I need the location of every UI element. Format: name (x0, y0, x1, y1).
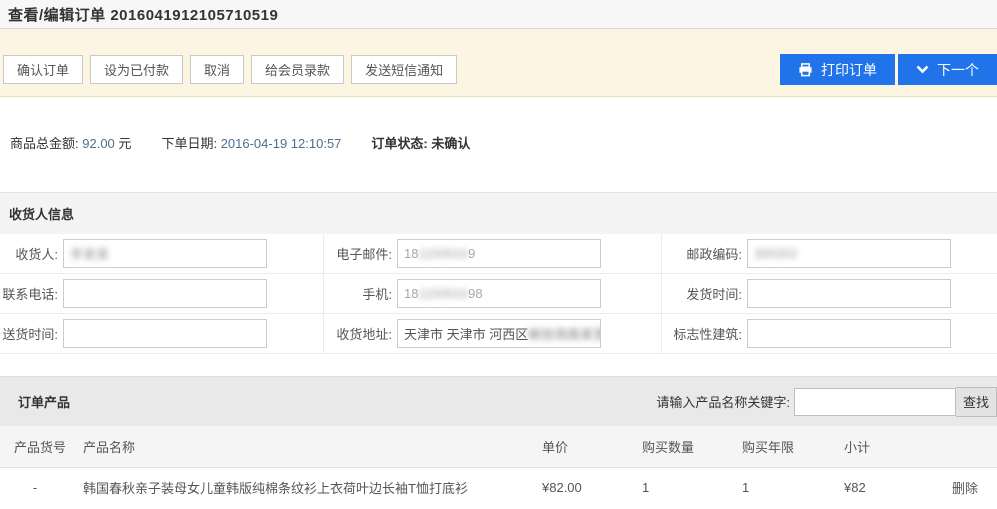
email-input[interactable]: 1811500109 (397, 239, 601, 268)
field-landmark: 标志性建筑: (662, 314, 997, 354)
order-date-value: 2016-04-19 12:10:57 (221, 136, 342, 151)
product-sku: - (0, 480, 70, 495)
delete-product-link[interactable]: 删除 (952, 481, 978, 496)
product-search: 请输入产品名称关键字: 查找 (656, 387, 997, 417)
products-section-header: 订单产品 请输入产品名称关键字: 查找 (0, 376, 997, 426)
member-payment-button[interactable]: 给会员录款 (251, 55, 344, 84)
col-name: 产品名称 (70, 437, 530, 456)
delivery-time-input[interactable] (63, 319, 267, 348)
address-input[interactable]: 天津市 天津市 河西区解放南路某里现7 (397, 319, 601, 348)
order-status-badge: 未确认 (431, 136, 470, 151)
contact-phone-input[interactable] (63, 279, 267, 308)
product-years: 1 (730, 480, 832, 495)
field-address: 收货地址: 天津市 天津市 河西区解放南路某里现7 (324, 314, 662, 354)
field-email: 电子邮件: 1811500109 (324, 234, 662, 274)
col-subtotal: 小计 (832, 437, 920, 456)
ship-time-input[interactable] (747, 279, 951, 308)
product-name: 韩国春秋亲子装母女儿童韩版纯棉条纹衫上衣荷叶边长袖T恤打底衫 (70, 478, 530, 497)
col-qty: 购买数量 (630, 437, 730, 456)
order-date: 下单日期: 2016-04-19 12:10:57 (161, 133, 341, 192)
cancel-button[interactable]: 取消 (190, 55, 244, 84)
print-order-label: 打印订单 (821, 60, 877, 80)
consignee-section-header: 收货人信息 (0, 192, 997, 234)
col-price: 单价 (530, 437, 630, 456)
field-delivery-time: 送货时间: (0, 314, 324, 354)
zipcode-input[interactable]: 300202 (747, 239, 951, 268)
product-row: - 韩国春秋亲子装母女儿童韩版纯棉条纹衫上衣荷叶边长袖T恤打底衫 ¥82.00 … (0, 468, 997, 507)
field-receiver: 收货人: 李某某 (0, 234, 324, 274)
products-table-header: 产品货号 产品名称 单价 购买数量 购买年限 小计 (0, 426, 997, 468)
confirm-order-button[interactable]: 确认订单 (3, 55, 83, 84)
receiver-input[interactable]: 李某某 (63, 239, 267, 268)
page-header: 查看/编辑订单 2016041912105710519 (0, 0, 997, 29)
product-subtotal: ¥82 (832, 480, 920, 495)
order-status: 订单状态: 未确认 (371, 133, 470, 192)
section-gap (0, 356, 997, 376)
order-total-value: 92.00 (82, 136, 115, 151)
send-sms-button[interactable]: 发送短信通知 (351, 55, 457, 84)
products-section-title: 订单产品 (18, 392, 70, 411)
product-price: ¥82.00 (530, 480, 630, 495)
toolbar: 确认订单 设为已付款 取消 给会员录款 发送短信通知 打印订单 下一个 (0, 29, 997, 97)
next-order-label: 下一个 (937, 60, 979, 80)
field-contact-phone: 联系电话: (0, 274, 324, 314)
printer-icon (798, 63, 813, 77)
mark-paid-button[interactable]: 设为已付款 (90, 55, 183, 84)
chevron-down-icon (916, 65, 929, 74)
product-search-input[interactable] (794, 388, 956, 416)
field-zipcode: 邮政编码: 300202 (662, 234, 997, 274)
col-sku: 产品货号 (0, 437, 70, 456)
order-summary: 商品总金额: 92.00 元 下单日期: 2016-04-19 12:10:57… (0, 97, 997, 192)
product-search-button[interactable]: 查找 (956, 387, 997, 417)
product-qty: 1 (630, 480, 730, 495)
consignee-form: 收货人: 李某某 电子邮件: 1811500109 邮政编码: 300202 联… (0, 234, 997, 356)
field-mobile: 手机: 18115001098 (324, 274, 662, 314)
mobile-input[interactable]: 18115001098 (397, 279, 601, 308)
page-title: 查看/编辑订单 2016041912105710519 (8, 4, 278, 25)
consignee-section-title: 收货人信息 (9, 204, 74, 223)
landmark-input[interactable] (747, 319, 951, 348)
field-ship-time: 发货时间: (662, 274, 997, 314)
print-order-button[interactable]: 打印订单 (780, 54, 895, 85)
next-order-button[interactable]: 下一个 (898, 54, 997, 85)
col-years: 购买年限 (730, 437, 832, 456)
toolbar-right-group: 打印订单 下一个 (777, 54, 997, 85)
order-total: 商品总金额: 92.00 元 (10, 133, 131, 192)
product-search-label: 请输入产品名称关键字: (656, 392, 790, 411)
